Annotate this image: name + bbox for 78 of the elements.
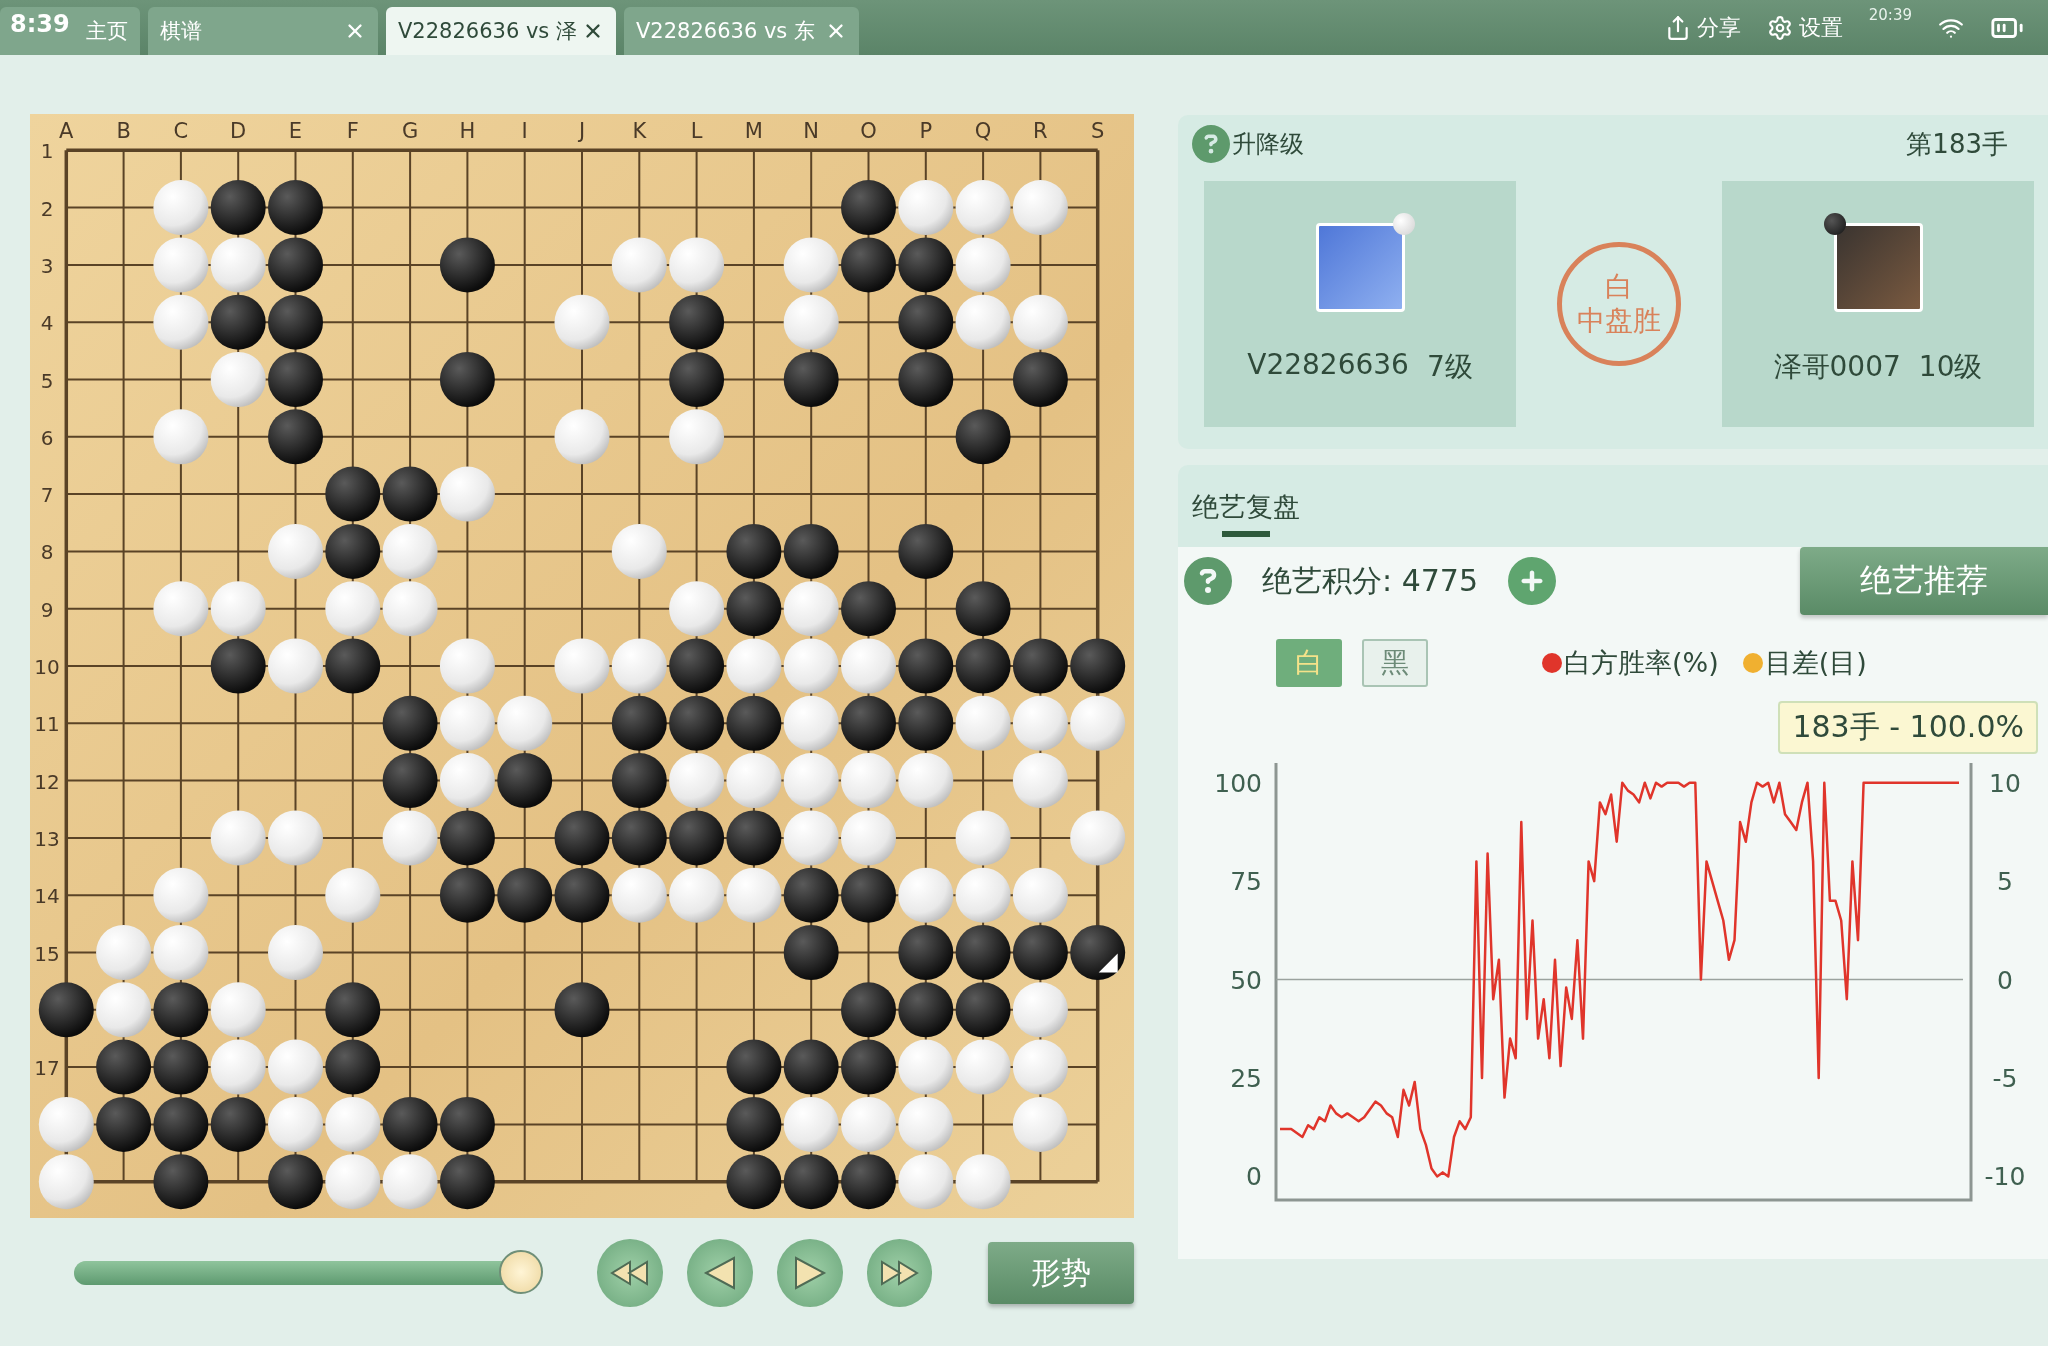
settings-button[interactable]: 设置: [1766, 12, 1843, 43]
status-time: 8:39: [10, 10, 70, 38]
axis-tick-label: 0: [1246, 1162, 1262, 1192]
column-label: D: [230, 119, 247, 143]
column-label: G: [401, 119, 419, 143]
triangle-right-icon: [792, 1255, 827, 1291]
column-label: I: [521, 119, 528, 143]
row-label: 13: [34, 826, 60, 851]
axis-tick-label: 25: [1230, 1063, 1262, 1093]
row-label: 2: [40, 196, 54, 221]
slider-thumb[interactable]: [499, 1250, 544, 1294]
rewind-icon: [610, 1260, 650, 1286]
recommend-button[interactable]: 绝艺推荐: [1800, 547, 2048, 615]
help-icon[interactable]: [1192, 125, 1230, 163]
axis-tick-label: 10: [1989, 768, 2021, 798]
tab[interactable]: 棋谱: [148, 7, 378, 55]
tab[interactable]: V22826636 vs 泽: [386, 7, 616, 55]
row-label: 7: [40, 483, 54, 508]
legend-label: 白方胜率(%): [1564, 646, 1719, 680]
column-label: P: [919, 119, 933, 143]
player-rank: 10级: [1918, 348, 1983, 385]
column-label: N: [803, 119, 820, 143]
axis-tick-label: 100: [1214, 768, 1262, 798]
add-icon[interactable]: [1508, 557, 1556, 605]
row-label: 6: [40, 425, 54, 450]
fast-forward-icon: [879, 1260, 920, 1286]
share-button[interactable]: 分享: [1664, 12, 1741, 43]
triangle-left-icon: [702, 1255, 737, 1291]
axis-tick-label: 75: [1230, 867, 1262, 897]
side-toggle[interactable]: 黑: [1362, 639, 1428, 687]
column-label: A: [59, 119, 74, 143]
row-label: 4: [40, 311, 54, 336]
row-label: 5: [40, 368, 54, 393]
row-label: 17: [34, 1056, 60, 1081]
column-label: J: [578, 119, 586, 143]
analysis-tab[interactable]: 绝艺复盘: [1192, 489, 1300, 537]
side-toggle[interactable]: 白: [1276, 639, 1342, 687]
column-label: Q: [974, 119, 992, 143]
column-label: M: [744, 119, 763, 143]
row-label: 15: [34, 941, 60, 966]
column-label: H: [459, 119, 476, 143]
column-label: K: [632, 119, 647, 143]
help-label: 升降级: [1232, 129, 1304, 160]
row-label: 3: [40, 253, 54, 278]
player-rank: 7级: [1426, 348, 1473, 385]
legend-label: 目差(目): [1764, 646, 1867, 680]
row-label: 14: [34, 884, 60, 909]
row-label: 10: [34, 655, 60, 679]
column-label: L: [690, 119, 703, 143]
row-label: 9: [40, 597, 54, 622]
player-name: V22826636: [1247, 347, 1409, 383]
axis-tick-label: -5: [1992, 1063, 2018, 1093]
judge-button[interactable]: 形势: [988, 1242, 1134, 1304]
column-label: F: [346, 119, 359, 143]
row-label: 8: [40, 540, 54, 565]
column-label: S: [1091, 119, 1105, 143]
row-label: 1: [40, 139, 54, 164]
row-label: 12: [34, 769, 60, 794]
axis-tick-label: -10: [1984, 1162, 2026, 1192]
settings-icon: [1766, 14, 1793, 41]
chart-tooltip: 183手 - 100.0%: [1778, 701, 2038, 754]
column-label: O: [860, 119, 877, 143]
axis-tick-label: 5: [1997, 867, 2013, 897]
score-label: 绝艺积分: 4775: [1262, 561, 1478, 600]
axis-tick-label: 50: [1230, 965, 1262, 995]
column-label: C: [173, 119, 189, 143]
column-label: B: [116, 119, 131, 143]
help-icon[interactable]: [1184, 557, 1232, 605]
row-label: 11: [34, 712, 60, 737]
column-label: R: [1033, 119, 1048, 143]
axis-tick-label: 0: [1997, 965, 2013, 995]
result-stamp: 白 中盘胜: [1557, 242, 1681, 366]
go-board[interactable]: A B C D E F G H I J K L M N O P Q R S 1 2 3 4 5 6 7 8 9 10 11 12 13 14 15 17: [30, 114, 1134, 1218]
column-label: E: [288, 119, 303, 143]
tab[interactable]: V22826636 vs 东: [624, 7, 859, 55]
player-name: 泽哥0007: [1773, 348, 1901, 385]
status-clock: 20:39: [1868, 6, 1912, 24]
move-number: 第183手: [1906, 127, 2008, 161]
